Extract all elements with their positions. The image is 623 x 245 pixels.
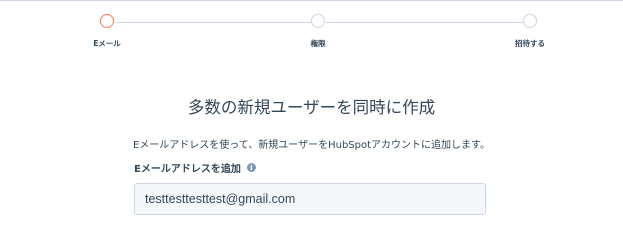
step-indicator-permissions	[311, 14, 325, 28]
create-users-page: Eメール 権限 招待する 多数の新規ユーザーを同時に作成 Eメールアドレスを使っ…	[0, 0, 623, 245]
step-connector	[116, 22, 311, 23]
step-indicator-email	[100, 14, 114, 28]
page-description: Eメールアドレスを使って、新規ユーザーをHubSpotアカウントに追加します。	[132, 140, 491, 151]
email-input[interactable]	[134, 183, 486, 215]
step-indicator-invite	[523, 14, 537, 28]
step-label-email: Eメール	[93, 39, 121, 48]
page-title: 多数の新規ユーザーを同時に作成	[187, 98, 436, 117]
progress-stepper: Eメール 権限 招待する	[0, 1, 623, 61]
email-field-label: Eメールアドレスを追加	[134, 163, 241, 175]
step-label-permissions: 権限	[310, 39, 326, 48]
step-connector	[326, 22, 523, 23]
step-label-invite: 招待する	[515, 39, 545, 48]
info-icon[interactable]: i	[246, 162, 256, 172]
email-field-label-row: Eメールアドレスを追加 i	[134, 160, 256, 175]
